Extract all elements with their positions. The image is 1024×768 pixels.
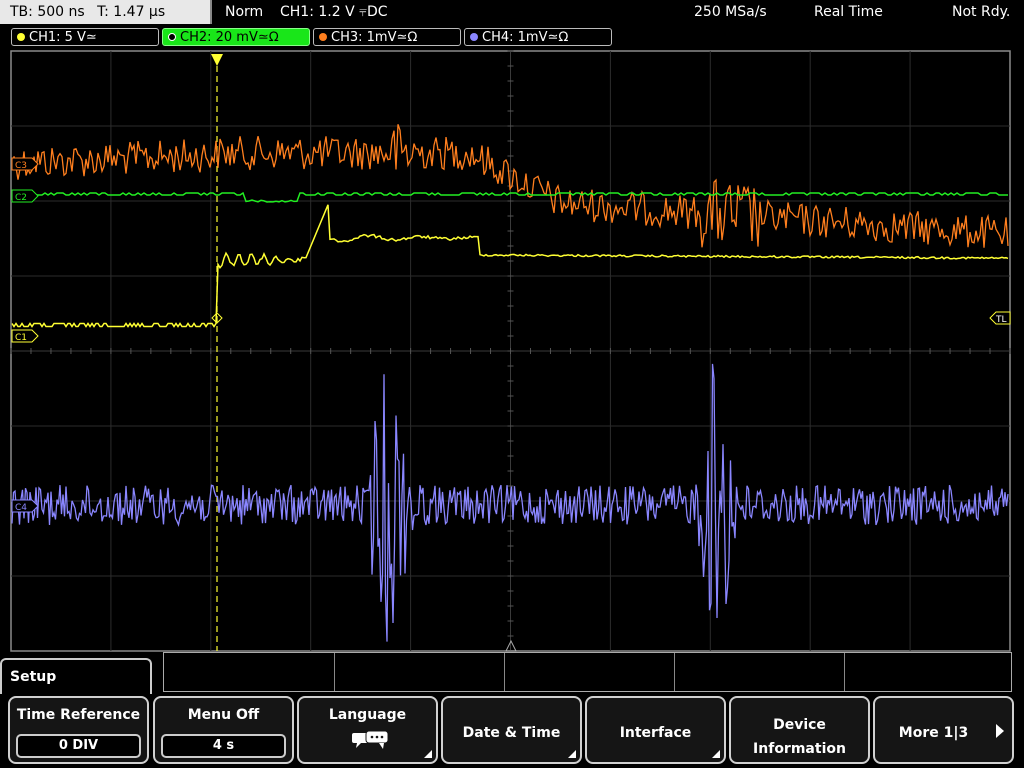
trigger-time-value: T: 1.47 µs xyxy=(97,4,166,20)
acquisition-state: Not Rdy. xyxy=(952,4,1011,20)
trigger-mode[interactable]: Norm xyxy=(225,0,263,24)
ch4-label: CH4: 1mV≃Ω xyxy=(482,30,569,45)
menu-off-value: 4 s xyxy=(161,734,286,758)
status-bar: TB: 500 ns T: 1.47 µs Norm CH1: 1.2 V ⫧D… xyxy=(0,0,1024,25)
interface-button[interactable]: Interface xyxy=(585,696,726,764)
timebase-value: TB: 500 ns xyxy=(10,4,85,20)
menu-title-tab: Setup xyxy=(0,658,152,696)
ch2-label: CH2: 20 mV≃Ω xyxy=(180,30,279,45)
ch1-color-icon xyxy=(17,33,25,41)
ch2-color-icon xyxy=(168,33,176,41)
svg-text:TL: TL xyxy=(995,315,1007,325)
speech-bubble-icon xyxy=(352,730,389,749)
language-button[interactable]: Language xyxy=(297,696,438,764)
menu-title: Setup xyxy=(10,669,57,685)
ch3-label: CH3: 1mV≃Ω xyxy=(331,30,418,45)
softkey-bar: Time Reference 0 DIV Menu Off 4 s Langua… xyxy=(0,694,1024,768)
arrow-right-icon xyxy=(996,724,1004,738)
info-bar xyxy=(163,652,1012,692)
time-reference-button[interactable]: Time Reference 0 DIV xyxy=(8,696,149,764)
svg-text:C1: C1 xyxy=(15,333,27,343)
menu-off-button[interactable]: Menu Off 4 s xyxy=(153,696,294,764)
time-reference-value: 0 DIV xyxy=(16,734,141,758)
svg-text:C2: C2 xyxy=(15,193,27,203)
timebase-box[interactable]: TB: 500 ns T: 1.47 µs xyxy=(0,0,212,24)
waveform-display[interactable]: C3 C2 C1 C4 TL xyxy=(0,48,1024,652)
channel-tab-ch3[interactable]: CH3: 1mV≃Ω xyxy=(313,28,461,46)
acquisition-mode: Real Time xyxy=(814,4,883,20)
more-button[interactable]: More 1|3 xyxy=(873,696,1014,764)
device-information-button[interactable]: Device Information xyxy=(729,696,870,764)
ch1-label: CH1: 5 V≃ xyxy=(29,30,97,45)
trigger-source[interactable]: CH1: 1.2 V ⫧DC xyxy=(280,0,388,24)
channel-tab-ch1[interactable]: CH1: 5 V≃ xyxy=(11,28,159,46)
ch4-color-icon xyxy=(470,33,478,41)
sample-rate: 250 MSa/s xyxy=(694,4,767,20)
channel-tab-ch2[interactable]: CH2: 20 mV≃Ω xyxy=(162,28,310,46)
date-time-button[interactable]: Date & Time xyxy=(441,696,582,764)
svg-text:C3: C3 xyxy=(15,161,27,171)
ch3-color-icon xyxy=(319,33,327,41)
svg-text:C4: C4 xyxy=(15,503,27,513)
channel-tab-ch4[interactable]: CH4: 1mV≃Ω xyxy=(464,28,612,46)
